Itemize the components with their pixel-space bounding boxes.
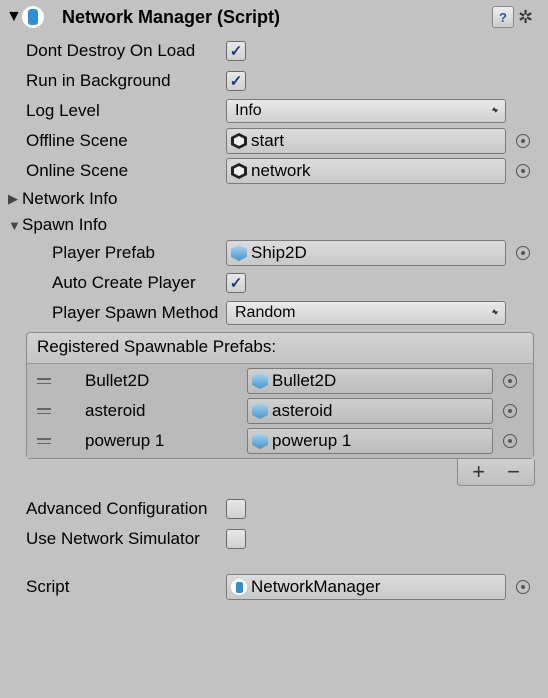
object-field-script[interactable]: NetworkManager [226,574,506,600]
component-header: ▼ Network Manager (Script) ? ✲ [4,4,540,36]
label-auto-create-player: Auto Create Player [4,273,226,293]
checkbox-auto-create-player[interactable] [226,273,246,293]
drag-handle-icon[interactable] [33,378,55,384]
row-auto-create-player: Auto Create Player [4,268,540,298]
list-item: Bullet2D Bullet2D [33,366,527,396]
row-player-spawn-method: Player Spawn Method Random [4,298,540,328]
spawnable-name: asteroid [55,401,247,421]
prefab-icon [231,245,247,261]
online-scene-value: network [251,161,311,181]
label-network-info: Network Info [22,189,117,209]
dropdown-log-level[interactable]: Info [226,99,506,123]
offline-scene-value: start [251,131,284,151]
label-use-network-simulator: Use Network Simulator [4,529,226,549]
scene-icon [231,163,247,179]
row-offline-scene: Offline Scene start [4,126,540,156]
object-field-offline-scene[interactable]: start [226,128,506,154]
inspector-panel: ▼ Network Manager (Script) ? ✲ Dont Dest… [0,0,548,610]
object-field-spawnable-1[interactable]: asteroid [247,398,493,424]
object-field-spawnable-2[interactable]: powerup 1 [247,428,493,454]
script-value: NetworkManager [251,577,380,597]
row-log-level: Log Level Info [4,96,540,126]
checkbox-use-network-simulator[interactable] [226,529,246,549]
list-item: powerup 1 powerup 1 [33,426,527,456]
object-field-online-scene[interactable]: network [226,158,506,184]
prefab-icon [252,403,268,419]
row-player-prefab: Player Prefab Ship2D [4,238,540,268]
script-icon [231,579,247,595]
component-title: Network Manager (Script) [62,7,492,28]
object-picker-spawnable-0[interactable] [503,374,517,388]
object-picker-player-prefab[interactable] [516,246,530,260]
label-log-level: Log Level [4,101,226,121]
scene-icon [231,133,247,149]
row-run-in-background: Run in Background [4,66,540,96]
object-field-player-prefab[interactable]: Ship2D [226,240,506,266]
object-picker-script[interactable] [516,580,530,594]
help-icon[interactable]: ? [492,6,514,28]
label-online-scene: Online Scene [4,161,226,181]
list-item: asteroid asteroid [33,396,527,426]
object-picker-spawnable-1[interactable] [503,404,517,418]
component-foldout[interactable]: ▼ [6,8,20,26]
object-picker-online-scene[interactable] [516,164,530,178]
object-picker-offline-scene[interactable] [516,134,530,148]
label-script: Script [4,577,226,597]
player-prefab-value: Ship2D [251,243,307,263]
label-run-in-background: Run in Background [4,71,226,91]
remove-button[interactable]: − [507,463,520,481]
checkbox-advanced-configuration[interactable] [226,499,246,519]
row-use-network-simulator: Use Network Simulator [4,524,540,554]
label-offline-scene: Offline Scene [4,131,226,151]
dropdown-player-spawn-method[interactable]: Random [226,301,506,325]
gear-icon[interactable]: ✲ [518,7,536,28]
label-player-prefab: Player Prefab [4,243,226,263]
component-icon [22,6,44,28]
drag-handle-icon[interactable] [33,408,55,414]
chevron-right-icon [8,191,22,207]
spawnable-name: powerup 1 [55,431,247,451]
row-script: Script NetworkManager [4,572,540,602]
list-footer-buttons: + − [457,459,535,486]
spawnable-prefabs-list: Registered Spawnable Prefabs: Bullet2D B… [26,332,534,459]
label-spawn-info: Spawn Info [22,215,107,235]
checkbox-dont-destroy-on-load[interactable] [226,41,246,61]
label-player-spawn-method: Player Spawn Method [4,303,226,323]
label-dont-destroy-on-load: Dont Destroy On Load [4,41,226,61]
object-field-spawnable-0[interactable]: Bullet2D [247,368,493,394]
row-dont-destroy-on-load: Dont Destroy On Load [4,36,540,66]
add-button[interactable]: + [472,463,485,481]
foldout-network-info[interactable]: Network Info [4,186,540,212]
object-picker-spawnable-2[interactable] [503,434,517,448]
chevron-down-icon [8,218,22,233]
row-advanced-configuration: Advanced Configuration [4,494,540,524]
checkbox-run-in-background[interactable] [226,71,246,91]
spawnable-name: Bullet2D [55,371,247,391]
prefab-icon [252,373,268,389]
prefab-icon [252,433,268,449]
drag-handle-icon[interactable] [33,438,55,444]
spawnable-prefabs-header: Registered Spawnable Prefabs: [27,333,533,364]
row-online-scene: Online Scene network [4,156,540,186]
foldout-spawn-info[interactable]: Spawn Info [4,212,540,238]
label-advanced-configuration: Advanced Configuration [4,499,226,519]
